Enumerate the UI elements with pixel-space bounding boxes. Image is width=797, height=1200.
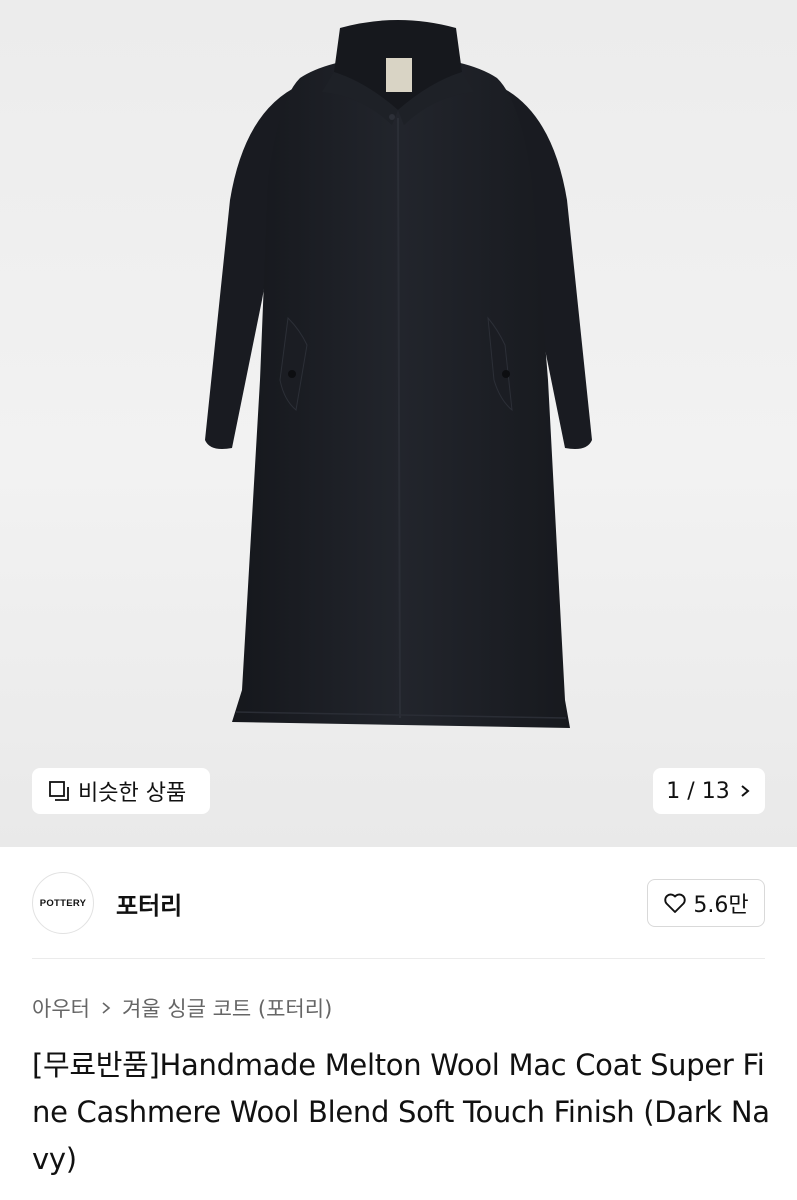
chevron-right-icon [102,1002,111,1014]
like-button[interactable]: 5.6만 [647,879,765,927]
divider [32,958,765,959]
brand-logo-text: POTTERY [39,897,87,909]
brand-link[interactable]: POTTERY 포터리 [32,872,182,934]
similar-items-icon [49,781,69,801]
brand-name[interactable]: 포터리 [116,886,182,921]
heart-icon [664,893,687,913]
similar-items-button[interactable]: 비슷한 상품 [32,768,210,814]
brand-row: POTTERY 포터리 5.6만 [32,872,765,934]
product-image [205,20,592,728]
breadcrumb-item-outer[interactable]: 아우터 [32,993,90,1023]
breadcrumb: 아우터 겨울 싱글 코트 (포터리) [32,993,332,1023]
product-image-area[interactable]: 비슷한 상품 1 / 13 [0,0,797,847]
image-pager[interactable]: 1 / 13 [653,768,765,814]
chevron-right-icon[interactable] [738,784,752,798]
breadcrumb-item-category[interactable]: 겨울 싱글 코트 (포터리) [122,993,332,1023]
like-count: 5.6만 [693,893,749,918]
product-title: [무료반품]Handmade Melton Wool Mac Coat Supe… [32,1048,770,1176]
pager-text: 1 / 13 [666,778,730,804]
brand-logo[interactable]: POTTERY [32,872,94,934]
similar-items-label: 비슷한 상품 [78,781,187,806]
